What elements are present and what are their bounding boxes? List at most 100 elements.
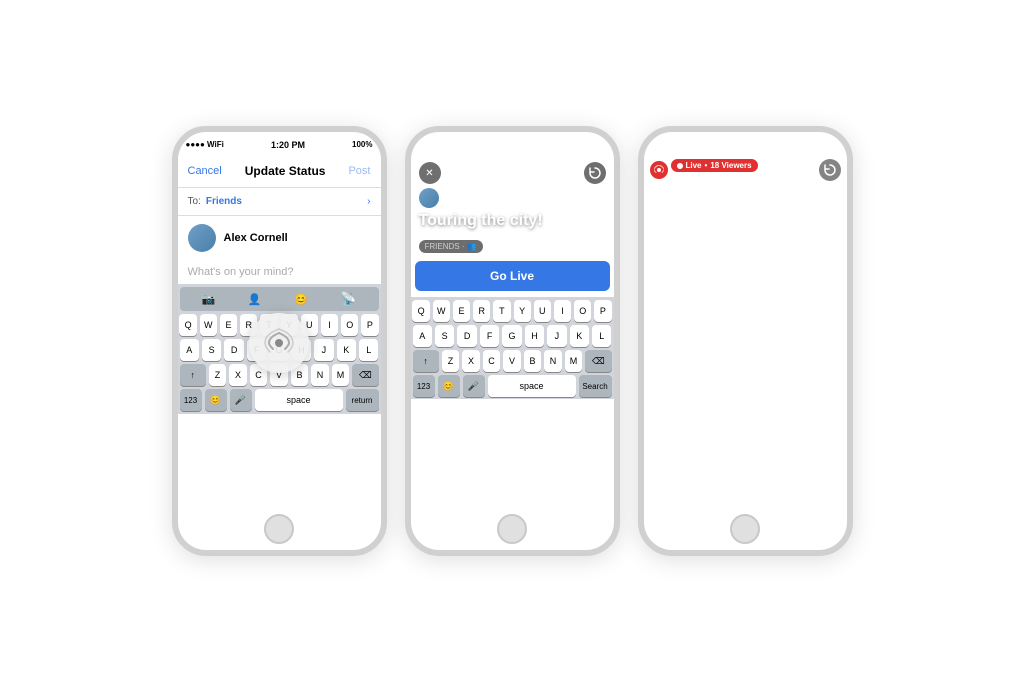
key-n[interactable]: N (311, 364, 329, 386)
emoji-icon[interactable]: 😊 (294, 293, 308, 306)
key-123[interactable]: 123 (180, 389, 202, 411)
home-button-2[interactable] (497, 514, 527, 544)
camera-icon[interactable]: 📷 (202, 293, 216, 306)
phone-2: ●●●● WiFi 1:20 PM 100% ✕ (405, 126, 620, 556)
key-d[interactable]: D (224, 339, 243, 361)
phone-3: ●●●● (638, 126, 853, 556)
key-x-2[interactable]: X (462, 350, 480, 372)
phone2-top-btns: ✕ (411, 154, 614, 188)
avatar-1 (188, 224, 216, 252)
status-bar-2: ●●●● WiFi 1:20 PM 100% (411, 132, 614, 154)
key-n-2[interactable]: N (544, 350, 562, 372)
keyboard-toolbar-1: 📷 👤 😊 📡 (180, 287, 379, 311)
home-button-1[interactable] (264, 514, 294, 544)
key-shift-2[interactable]: ↑ (413, 350, 439, 372)
nav-title-1: Update Status (245, 164, 326, 178)
key-e-2[interactable]: E (453, 300, 470, 322)
key-w-2[interactable]: W (433, 300, 450, 322)
key-c-2[interactable]: C (483, 350, 501, 372)
live-badge: Live • 18 Viewers (671, 159, 758, 172)
key-s[interactable]: S (202, 339, 221, 361)
key-backspace[interactable]: ⌫ (352, 364, 378, 386)
key-a[interactable]: A (180, 339, 199, 361)
key-k-2[interactable]: K (570, 325, 589, 347)
key-r-2[interactable]: R (473, 300, 490, 322)
phone2-user-row: Alex Cornell (419, 188, 606, 208)
key-g-2[interactable]: G (502, 325, 521, 347)
live-timer: 2:34 (671, 172, 758, 181)
key-o-2[interactable]: O (574, 300, 591, 322)
key-space[interactable]: space (255, 389, 343, 411)
audience-label-2: FRIENDS · 👥 (425, 242, 477, 251)
key-emoji-2[interactable]: 😊 (438, 375, 460, 397)
phone-1: ●●●● WiFi 1:20 PM 100% Cancel Update Sta… (172, 126, 387, 556)
key-f-2[interactable]: F (480, 325, 499, 347)
key-s-2[interactable]: S (435, 325, 454, 347)
key-j[interactable]: J (314, 339, 333, 361)
key-o[interactable]: O (341, 314, 358, 336)
key-space-2[interactable]: space (488, 375, 576, 397)
phone2-title: Touring the city! (419, 212, 606, 230)
key-k[interactable]: K (337, 339, 356, 361)
live-badge-bar: Live • 18 Viewers 2:34 (644, 154, 847, 186)
key-j-2[interactable]: J (547, 325, 566, 347)
key-i[interactable]: I (321, 314, 338, 336)
post-button[interactable]: Post (348, 165, 370, 177)
go-live-button[interactable]: Go Live (415, 261, 610, 291)
keyboard-area-2: Q W E R T Y U I O P (411, 297, 614, 399)
key-h-2[interactable]: H (525, 325, 544, 347)
dot-separator: • (705, 161, 708, 170)
key-p[interactable]: P (361, 314, 378, 336)
key-shift[interactable]: ↑ (180, 364, 206, 386)
close-button-2[interactable]: ✕ (419, 162, 441, 184)
key-l[interactable]: L (359, 339, 378, 361)
key-y-2[interactable]: Y (514, 300, 531, 322)
signal-icons: ●●●● WiFi (186, 140, 224, 149)
search-button[interactable]: Search (579, 375, 612, 397)
cancel-button[interactable]: Cancel (188, 165, 222, 177)
time-1: 1:20 PM (271, 140, 305, 150)
key-m[interactable]: M (332, 364, 350, 386)
people-icon[interactable]: 👤 (248, 293, 262, 306)
key-q[interactable]: Q (179, 314, 196, 336)
live-icon-toolbar[interactable]: 📡 (340, 291, 356, 307)
time-2: 1:20 PM (504, 140, 538, 150)
phones-container: ●●●● WiFi 1:20 PM 100% Cancel Update Sta… (152, 106, 873, 576)
key-q-2[interactable]: Q (412, 300, 429, 322)
home-button-3[interactable] (730, 514, 760, 544)
key-p-2[interactable]: P (594, 300, 611, 322)
status-bar-1: ●●●● WiFi 1:20 PM 100% (178, 132, 381, 154)
signal-icon (263, 327, 295, 359)
key-emoji[interactable]: 😊 (205, 389, 227, 411)
user-row-1: Alex Cornell (178, 216, 381, 260)
key-a-2[interactable]: A (413, 325, 432, 347)
status-input-1[interactable]: What's on your mind? (178, 260, 381, 284)
key-m-2[interactable]: M (565, 350, 583, 372)
key-d-2[interactable]: D (457, 325, 476, 347)
friends-label[interactable]: Friends (206, 196, 242, 207)
flip-button-3[interactable] (819, 159, 841, 181)
live-circle-overlay[interactable] (249, 313, 309, 373)
signal-3: ●●●● (652, 140, 671, 149)
key-z-2[interactable]: Z (442, 350, 460, 372)
friends-badge-2: FRIENDS · 👥 (419, 240, 483, 253)
live-signal-badge (650, 161, 668, 179)
key-x[interactable]: X (229, 364, 247, 386)
flip-button-2[interactable] (584, 162, 606, 184)
key-l-2[interactable]: L (592, 325, 611, 347)
key-123-2[interactable]: 123 (413, 375, 435, 397)
key-e[interactable]: E (220, 314, 237, 336)
key-w[interactable]: W (200, 314, 217, 336)
key-i-2[interactable]: I (554, 300, 571, 322)
phone2-user-name: Alex Cornell (452, 192, 516, 204)
chevron-icon: › (367, 196, 370, 207)
key-backspace-2[interactable]: ⌫ (585, 350, 611, 372)
key-t-2[interactable]: T (493, 300, 510, 322)
key-u-2[interactable]: U (534, 300, 551, 322)
key-b-2[interactable]: B (524, 350, 542, 372)
key-return[interactable]: return (346, 389, 379, 411)
key-v-2[interactable]: V (503, 350, 521, 372)
key-mic[interactable]: 🎤 (230, 389, 252, 411)
key-z[interactable]: Z (209, 364, 227, 386)
key-mic-2[interactable]: 🎤 (463, 375, 485, 397)
